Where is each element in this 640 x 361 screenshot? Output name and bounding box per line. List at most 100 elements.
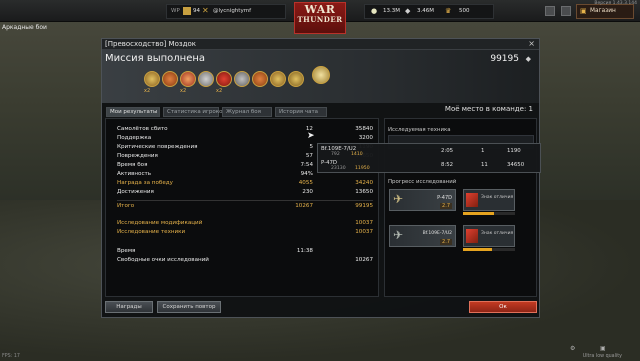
award-medal-icon[interactable]	[144, 71, 160, 87]
window-title: [Превосходство] Моздок	[105, 40, 196, 48]
result-label: Активность	[117, 171, 152, 177]
result-reward: 13650	[355, 189, 373, 195]
silver-icon: ◆	[405, 7, 411, 15]
plane-icon: ✈	[393, 192, 404, 206]
result-row: Достижения 230 13650	[117, 189, 375, 198]
mod-research-row: Исследование модификаций 10037	[117, 220, 375, 229]
close-icon[interactable]: ×	[528, 39, 535, 48]
total-reward: 99195	[355, 203, 373, 209]
shop-label: Магазин	[590, 8, 616, 14]
friends-icon[interactable]	[561, 6, 571, 16]
award-medal-icon[interactable]	[180, 71, 196, 87]
war-thunder-logo: WAR THUNDER	[294, 2, 346, 34]
silver-icon: ◆	[525, 55, 531, 63]
result-reward: 34240	[355, 180, 373, 186]
tooltip-row: Bf.109E-7/U2 792 1410 2:05 1 1190	[321, 146, 539, 158]
top-bar: WP 94 ✕ @lycnightymf WAR THUNDER ● 13.3M…	[0, 0, 640, 34]
tooltip-reward: 1190	[507, 148, 521, 154]
tech-research-row: Исследование техники 10037	[117, 229, 375, 238]
insignia-icon	[466, 193, 478, 207]
award-medal-icon[interactable]	[252, 71, 268, 87]
result-count: 57	[305, 153, 313, 159]
game-mode-label: Аркадные бои	[2, 24, 47, 31]
award-medal-icon[interactable]	[234, 71, 250, 87]
plane-rank: 2.7	[440, 239, 452, 245]
time-row: Время 11:38	[117, 248, 375, 257]
tooltip-time: 2:05	[441, 148, 454, 154]
battle-results-window: [Превосходство] Моздок × Миссия выполнен…	[101, 38, 540, 318]
lightbulb-icon: ●	[371, 7, 378, 15]
rank-star-icon[interactable]	[312, 66, 330, 84]
tab-my-results[interactable]: Мои результаты	[106, 107, 160, 117]
result-count: 230	[302, 189, 313, 195]
mouse-cursor-icon: ➤	[307, 131, 315, 141]
result-reward: 35840	[355, 126, 373, 132]
total-label: Итого	[117, 203, 135, 209]
tooltip-time: 8:52	[441, 162, 454, 168]
result-row: Самолётов сбито 12 35840	[117, 126, 375, 135]
tooltip-row: P-47D 23130 11950 8:52 11 34650	[321, 160, 539, 172]
result-label: Время боя	[117, 162, 148, 168]
mod-research-label: Исследование модификаций	[117, 220, 203, 226]
award-medal-icon[interactable]	[270, 71, 286, 87]
tooltip-kills: 1	[481, 148, 485, 154]
tooltip-sub2: 1410	[351, 152, 363, 157]
tab-player-stats[interactable]: Статистика игроков	[163, 107, 226, 117]
fps-counter: FPS: 17	[2, 354, 20, 359]
tab-battle-log[interactable]: Журнал боя	[222, 107, 272, 117]
award-medal-icon[interactable]	[198, 71, 214, 87]
ok-button[interactable]: Ок	[469, 301, 537, 313]
player-panel[interactable]: WP 94 ✕ @lycnightymf	[166, 4, 286, 19]
fullscreen-icon[interactable]: ▣	[600, 345, 606, 352]
settings-icon[interactable]: ⚙	[570, 345, 575, 352]
result-label: Повреждения	[117, 153, 158, 159]
result-count: 94%	[300, 171, 313, 177]
mission-banner: Миссия выполнена 99195 ◆ x2 x2 x2	[102, 50, 539, 103]
tech-research-label: Исследование техники	[117, 229, 186, 235]
notifications-icon[interactable]	[545, 6, 555, 16]
free-rp-value: 10267	[355, 257, 373, 263]
plane-card-p47d[interactable]: ✈ P-47D 2.7	[389, 189, 456, 211]
player-rank: 94	[193, 8, 200, 14]
mod-label: Знак отличия	[481, 231, 514, 236]
award-medal-icon[interactable]	[162, 71, 178, 87]
plane-card-bf109[interactable]: ✈ Bf.109E-7/U2 2.7	[389, 225, 456, 247]
save-replay-button[interactable]: Сохранить повтор	[157, 301, 221, 313]
golden-eagles: 500	[459, 8, 470, 14]
progress-title: Прогресс исследований	[388, 179, 457, 185]
tooltip-sub1: 23130	[331, 166, 346, 171]
wp-label: WP	[171, 8, 180, 14]
mission-reward: 99195	[490, 54, 519, 64]
result-label: Достижения	[117, 189, 154, 195]
window-title-bar: [Превосходство] Моздок ×	[102, 39, 539, 50]
result-label: Поддержка	[117, 135, 152, 141]
plane-name: P-47D	[437, 195, 452, 201]
result-label: Награда за победу	[117, 180, 173, 186]
award-medal-icon[interactable]	[288, 71, 304, 87]
crossed-swords-icon: ✕	[202, 6, 209, 15]
cart-icon: ▣	[580, 7, 587, 15]
logo-thunder: THUNDER	[297, 15, 343, 24]
medal-multiplier: x2	[216, 88, 223, 94]
result-count: 4055	[298, 180, 313, 186]
awards-button[interactable]: Награды	[105, 301, 153, 313]
silver-lions: 13.3M	[383, 8, 400, 14]
shop-button[interactable]: ▣ Магазин	[576, 4, 634, 19]
result-reward: 3200	[358, 135, 373, 141]
time-label: Время	[117, 248, 136, 254]
result-count: 7:54	[300, 162, 313, 168]
tooltip-reward: 34650	[507, 162, 525, 168]
tooltip-sub2: 11950	[355, 166, 370, 171]
mod-research-value: 10037	[355, 220, 373, 226]
research-title: Исследуемая техника	[388, 127, 451, 133]
result-label: Критические повреждения	[117, 144, 198, 150]
divider	[117, 200, 373, 201]
tab-chat-history[interactable]: История чата	[275, 107, 327, 117]
mission-status: Миссия выполнена	[105, 53, 206, 64]
award-medal-icon[interactable]	[216, 71, 232, 87]
player-name: @lycnightymf	[213, 8, 252, 14]
research-points: 3.46M	[417, 8, 434, 14]
mod-card[interactable]: Знак отличия	[463, 225, 515, 247]
medal-multiplier: x2	[144, 88, 151, 94]
mod-card[interactable]: Знак отличия	[463, 189, 515, 211]
